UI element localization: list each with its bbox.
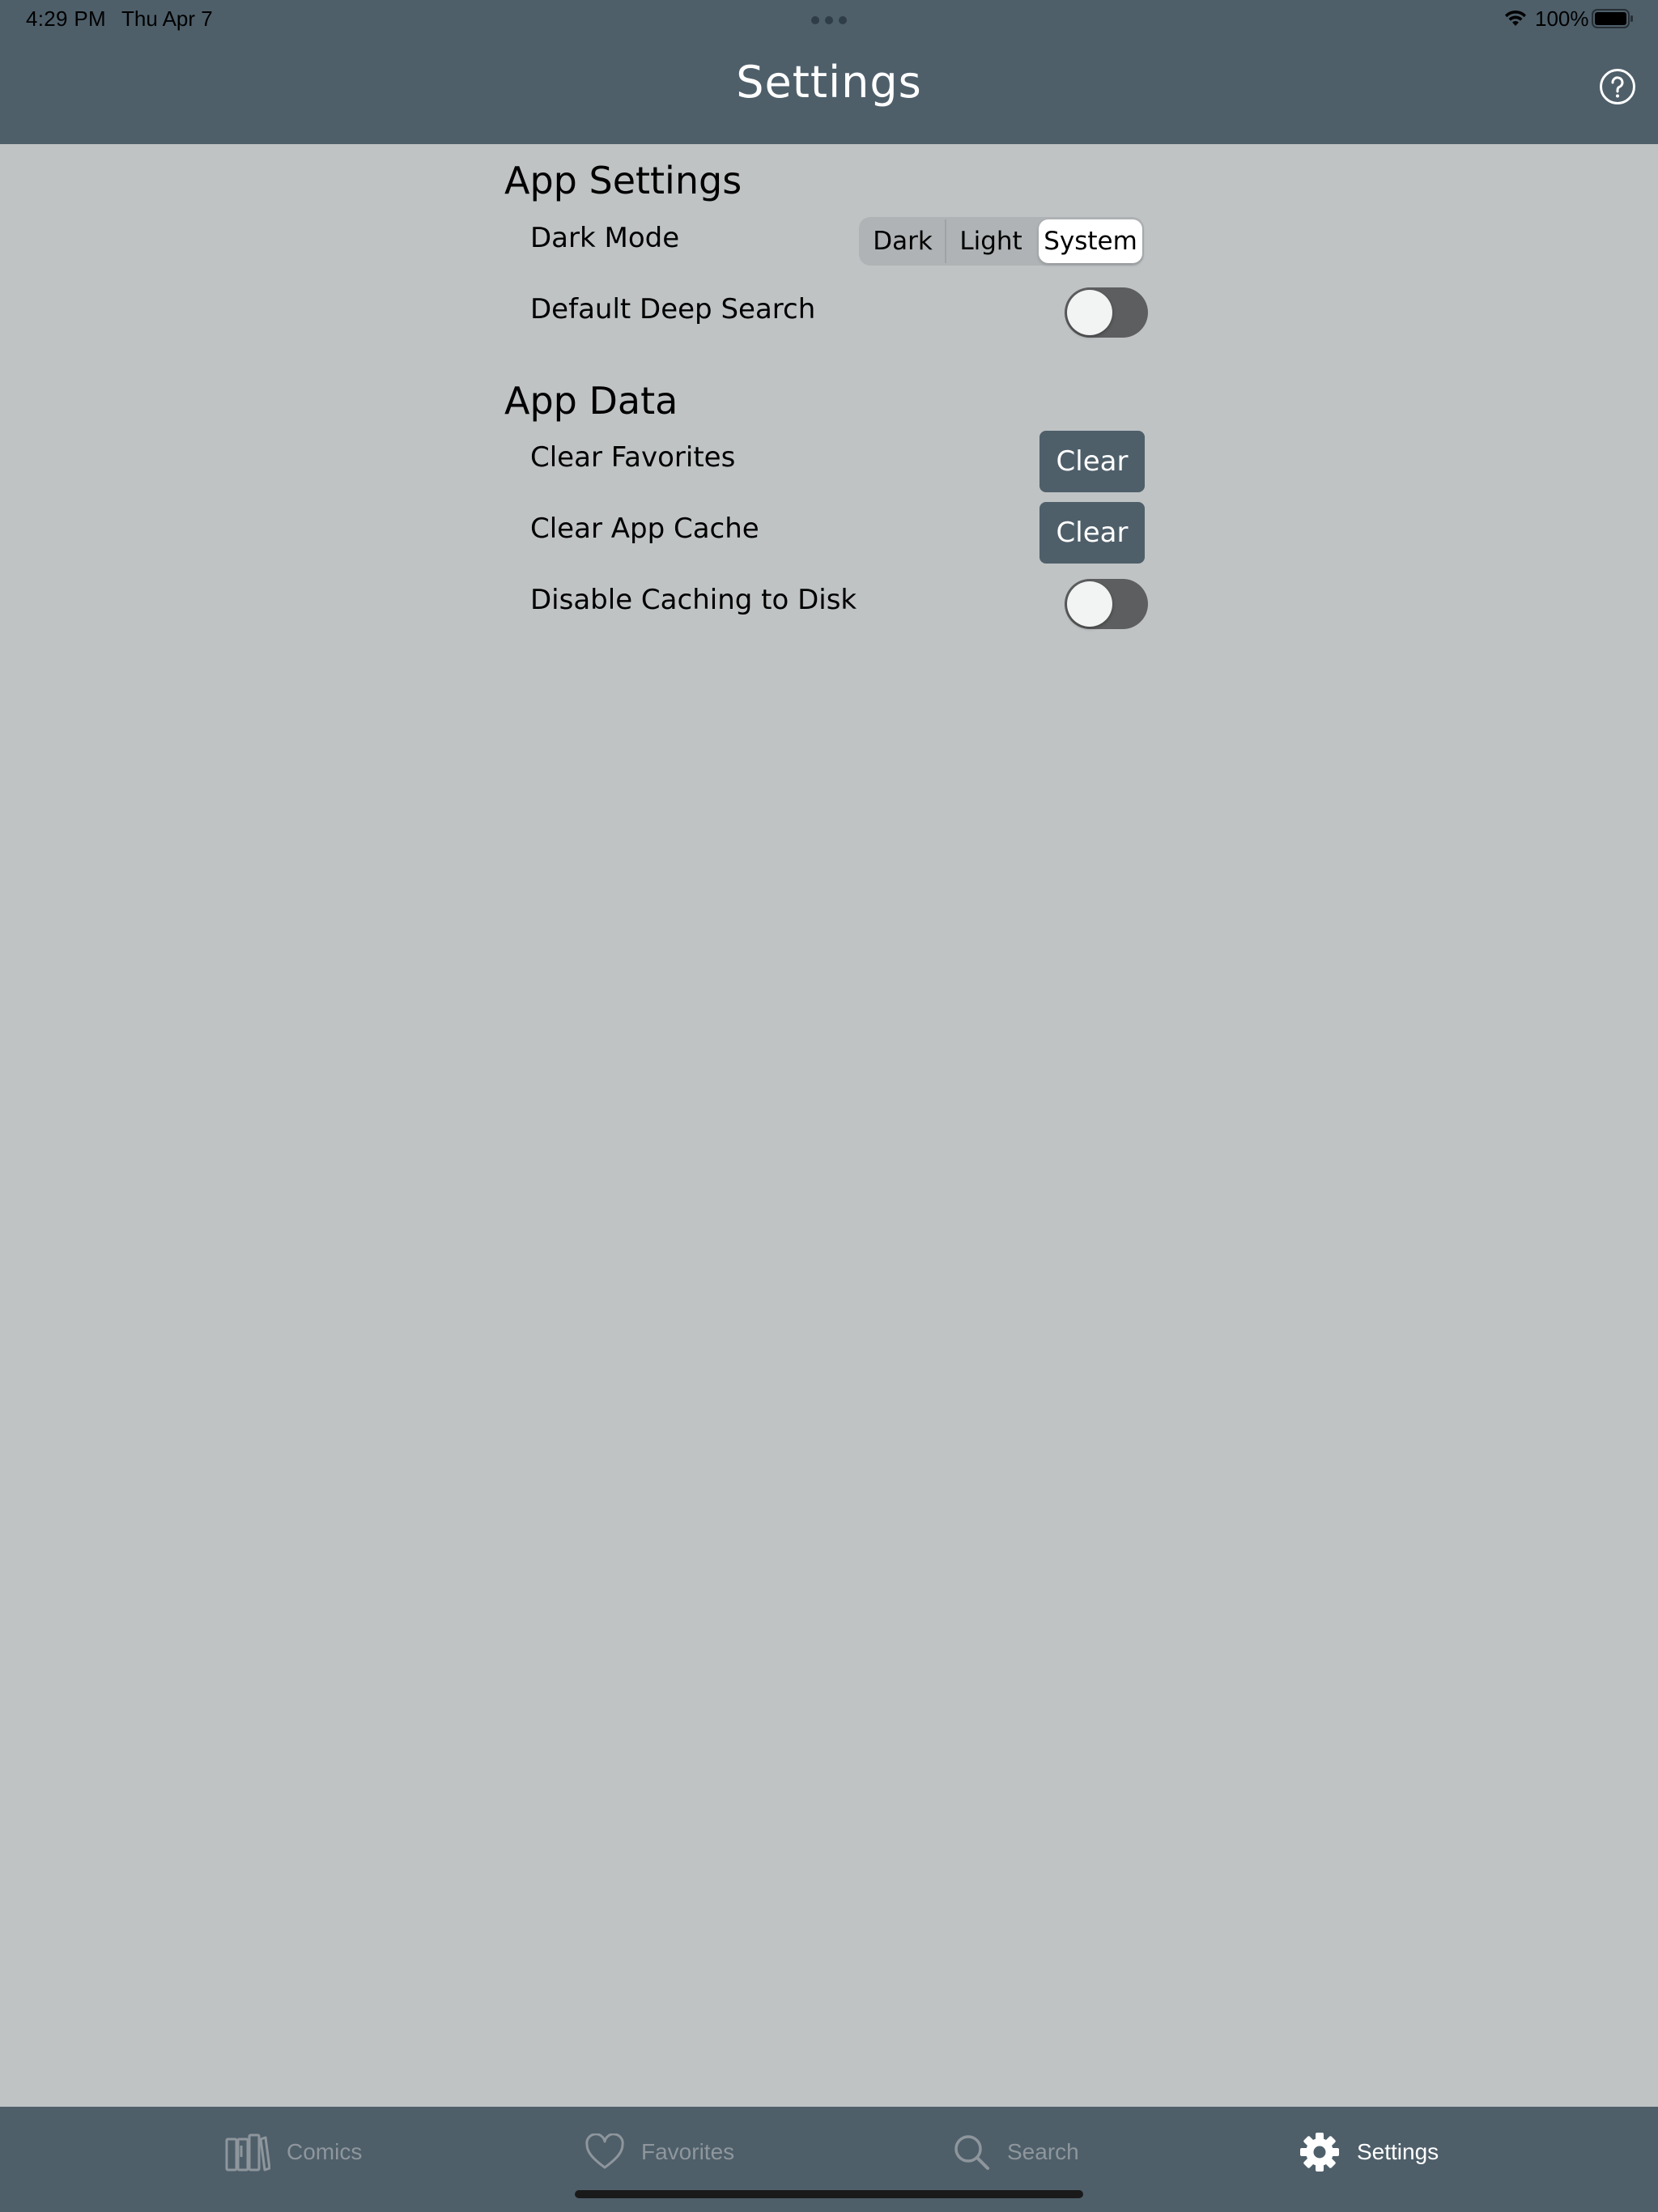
toggle-knob [1067, 581, 1112, 627]
tab-label: Favorites [641, 2139, 735, 2164]
tab-favorites[interactable]: Favorites [585, 2129, 734, 2175]
multitasking-dots-icon[interactable] [811, 16, 847, 24]
disable-caching-toggle[interactable] [1065, 579, 1148, 629]
search-icon [954, 2135, 989, 2170]
tab-settings[interactable]: Settings [1299, 2129, 1439, 2175]
navigation-header: 4:29 PM Thu Apr 7 100% Settings [0, 0, 1658, 144]
battery-percentage: 100% [1535, 6, 1589, 31]
tab-comics[interactable]: Comics [225, 2129, 362, 2175]
toggle-knob [1067, 290, 1112, 335]
section-title-app-data: App Data [504, 379, 678, 423]
clear-favorites-button[interactable]: Clear [1039, 431, 1145, 492]
books-icon [225, 2133, 270, 2172]
dark-mode-segmented-control[interactable]: Dark Light System [859, 217, 1144, 266]
segment-light[interactable]: Light [945, 219, 1035, 263]
default-deep-search-toggle[interactable] [1065, 287, 1148, 338]
battery-icon [1592, 9, 1633, 28]
clear-app-cache-label: Clear App Cache [530, 513, 759, 545]
tab-label: Settings [1357, 2139, 1439, 2164]
tab-label: Search [1007, 2139, 1079, 2164]
tab-search[interactable]: Search [952, 2129, 1079, 2175]
help-circle-icon[interactable] [1599, 68, 1636, 105]
clear-app-cache-button[interactable]: Clear [1039, 502, 1145, 564]
status-date: Thu Apr 7 [121, 6, 213, 31]
heart-icon [585, 2133, 624, 2169]
segment-dark[interactable]: Dark [861, 219, 945, 263]
disable-caching-label: Disable Caching to Disk [530, 584, 857, 616]
dark-mode-label: Dark Mode [530, 222, 680, 254]
page-title: Settings [736, 57, 922, 108]
clear-favorites-label: Clear Favorites [530, 441, 736, 474]
segment-system[interactable]: System [1039, 219, 1142, 263]
section-title-app-settings: App Settings [504, 159, 742, 202]
home-indicator [575, 2190, 1083, 2198]
wifi-icon [1505, 10, 1526, 26]
gear-icon [1300, 2133, 1339, 2172]
default-deep-search-label: Default Deep Search [530, 293, 816, 325]
tab-label: Comics [287, 2139, 363, 2164]
status-time: 4:29 PM [26, 6, 106, 31]
